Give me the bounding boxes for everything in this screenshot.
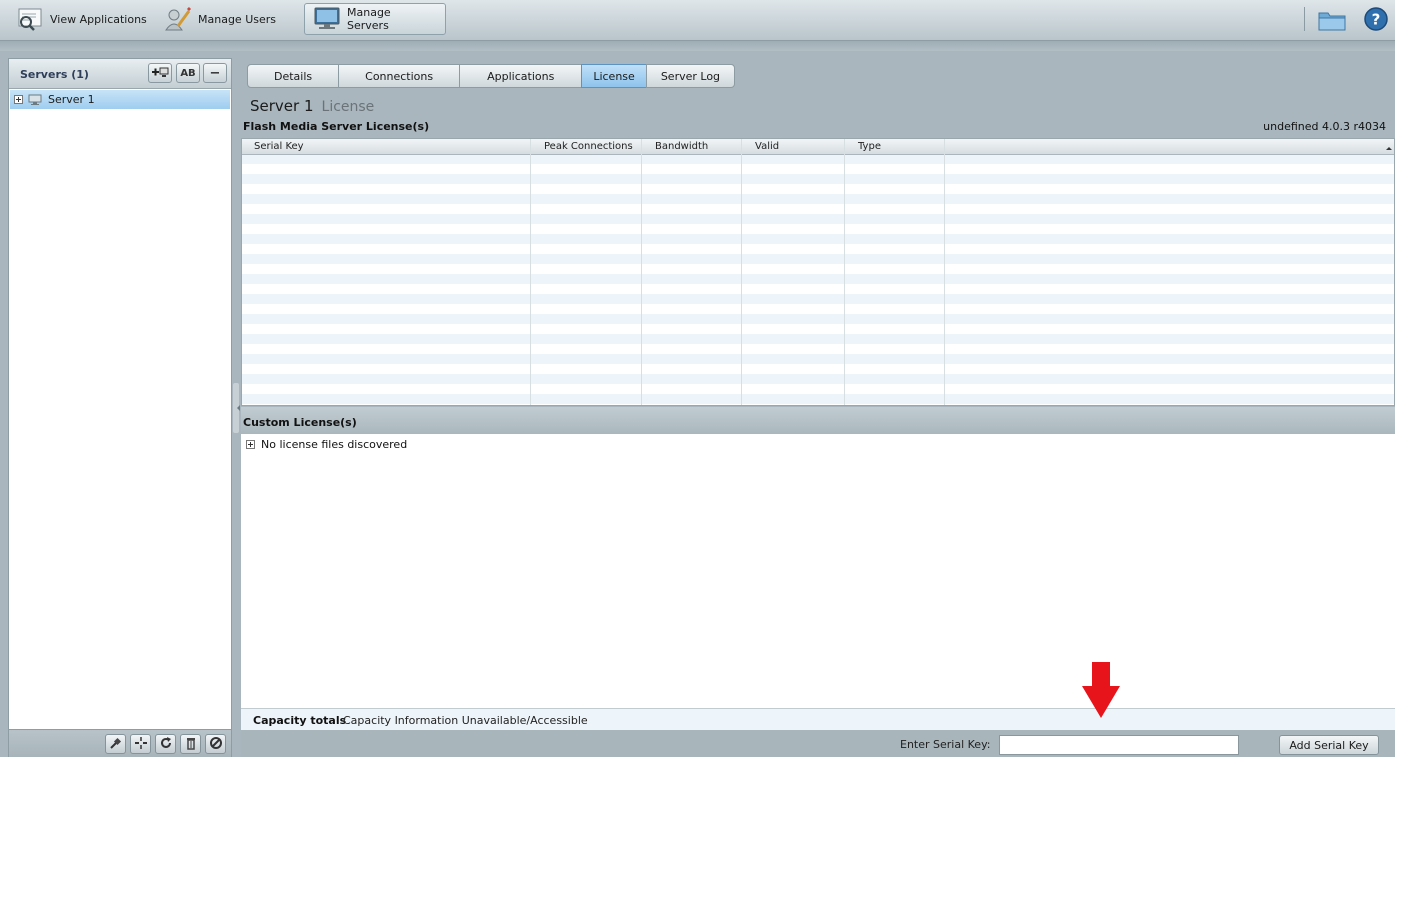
monitor-icon — [313, 6, 341, 32]
expand-icon[interactable] — [246, 440, 255, 449]
remove-icon: − — [209, 65, 221, 81]
license-table-header: Serial Key Peak Connections Bandwidth Va… — [242, 139, 1394, 155]
license-section-title: Flash Media Server License(s) — [243, 120, 430, 133]
tab-connections[interactable]: Connections — [338, 64, 461, 88]
tab-applications[interactable]: Applications — [459, 64, 583, 88]
folder-icon[interactable] — [1318, 8, 1346, 32]
table-row — [242, 154, 1394, 164]
rename-server-button[interactable]: AB — [176, 63, 200, 83]
table-row — [242, 254, 1394, 264]
tab-details[interactable]: Details — [247, 64, 340, 88]
column-serial-key[interactable]: Serial Key — [254, 141, 304, 152]
expand-icon[interactable] — [14, 95, 23, 104]
tab-license[interactable]: License — [581, 64, 647, 88]
server-tree-label: Server 1 — [48, 93, 95, 106]
server-version: undefined 4.0.3 r4034 — [1263, 120, 1386, 133]
page-title-server: Server 1 — [250, 97, 314, 115]
panel-splitter-handle[interactable] — [233, 383, 240, 433]
server-details-panel: Details Connections Applications License… — [241, 58, 1395, 757]
column-bandwidth[interactable]: Bandwidth — [655, 141, 708, 152]
table-row — [242, 334, 1394, 344]
column-valid[interactable]: Valid — [755, 141, 779, 152]
toolbar-shadow — [0, 41, 1395, 51]
manage-servers-label: Manage Servers — [347, 6, 391, 32]
servers-panel-footer — [9, 729, 231, 757]
capacity-totals-label: Capacity totals — [253, 714, 347, 727]
delete-button[interactable] — [180, 734, 201, 754]
connect-button[interactable] — [105, 734, 126, 754]
custom-license-header: Custom License(s) — [241, 407, 1395, 434]
manage-servers-button[interactable]: Manage Servers — [304, 3, 446, 35]
disconnect-icon — [134, 736, 148, 753]
table-row — [242, 394, 1394, 404]
user-pencil-icon — [164, 6, 192, 32]
custom-license-item[interactable]: No license files discovered — [246, 438, 407, 451]
custom-license-list: No license files discovered — [241, 434, 1395, 708]
custom-license-title: Custom License(s) — [243, 416, 357, 429]
table-row — [242, 294, 1394, 304]
column-divider — [530, 139, 531, 405]
top-toolbar: View Applications Manage Users Manage Se… — [0, 0, 1395, 41]
view-applications-button[interactable]: View Applications — [8, 3, 157, 35]
column-peak-connections[interactable]: Peak Connections — [544, 141, 633, 152]
tab-server-log[interactable]: Server Log — [645, 64, 736, 88]
disconnect-button[interactable] — [130, 734, 151, 754]
license-table[interactable]: Serial Key Peak Connections Bandwidth Va… — [241, 138, 1395, 406]
manage-users-label: Manage Users — [198, 12, 276, 26]
sort-ascending-icon[interactable] — [1386, 144, 1392, 150]
refresh-button[interactable] — [155, 734, 176, 754]
remove-server-button[interactable]: − — [203, 63, 227, 83]
red-arrow-down-icon — [1082, 662, 1120, 718]
column-divider — [741, 139, 742, 405]
table-row — [242, 214, 1394, 224]
table-row — [242, 274, 1394, 284]
table-row — [242, 354, 1394, 364]
connect-icon — [109, 736, 123, 753]
servers-panel-title: Servers (1) — [20, 68, 89, 81]
table-row — [242, 194, 1394, 204]
column-divider — [944, 139, 945, 405]
add-serial-key-button[interactable]: Add Serial Key — [1279, 735, 1379, 755]
manage-users-button[interactable]: Manage Users — [156, 3, 286, 35]
column-divider — [844, 139, 845, 405]
toolbar-divider — [1304, 7, 1305, 31]
server-icon — [28, 94, 42, 106]
magnifier-list-icon — [16, 6, 44, 32]
table-row — [242, 174, 1394, 184]
table-row — [242, 234, 1394, 244]
page-title-section: License — [321, 99, 375, 115]
server-tabs: Details Connections Applications License… — [247, 64, 736, 88]
rename-icon: AB — [180, 67, 196, 79]
serial-key-input[interactable] — [999, 735, 1239, 755]
table-row — [242, 314, 1394, 324]
custom-license-empty-text: No license files discovered — [261, 438, 408, 451]
cancel-icon — [209, 736, 223, 753]
help-icon[interactable]: ? — [1363, 6, 1389, 32]
add-server-icon — [151, 66, 169, 81]
refresh-icon — [159, 736, 173, 753]
view-applications-label: View Applications — [50, 12, 147, 26]
serial-key-label: Enter Serial Key: — [900, 738, 991, 751]
column-type[interactable]: Type — [858, 141, 881, 152]
admin-console: View Applications Manage Users Manage Se… — [0, 0, 1395, 757]
serial-key-bar: Enter Serial Key: Add Serial Key — [241, 730, 1395, 757]
capacity-totals-bar: Capacity totals Capacity Information Una… — [241, 708, 1395, 730]
table-row — [242, 374, 1394, 384]
cancel-button[interactable] — [205, 734, 226, 754]
servers-panel-header: Servers (1) AB − — [9, 59, 231, 89]
column-divider — [641, 139, 642, 405]
page-title: Server 1 License — [250, 97, 374, 115]
servers-panel: Servers (1) AB − Server 1 — [8, 58, 232, 757]
trash-icon — [184, 736, 198, 753]
server-tree-item[interactable]: Server 1 — [10, 90, 230, 109]
svg-text:?: ? — [1372, 11, 1381, 29]
capacity-totals-value: Capacity Information Unavailable/Accessi… — [343, 714, 588, 727]
add-server-button[interactable] — [148, 63, 172, 83]
